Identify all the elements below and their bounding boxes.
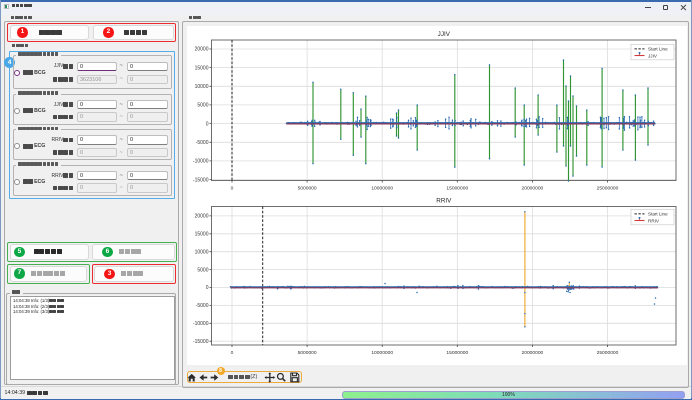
svg-text:15000000: 15000000 xyxy=(446,186,468,192)
svg-text:-5000: -5000 xyxy=(195,140,208,146)
svg-text:-5000: -5000 xyxy=(195,303,208,309)
svg-text:0: 0 xyxy=(205,285,208,291)
svg-text:15000: 15000 xyxy=(194,232,208,238)
svg-text:-15000: -15000 xyxy=(192,177,208,183)
svg-text:RRIV: RRIV xyxy=(648,218,660,223)
svg-text:20000000: 20000000 xyxy=(521,350,543,356)
svg-text:15000: 15000 xyxy=(194,65,208,71)
svg-text:5000000: 5000000 xyxy=(297,350,316,356)
svg-text:10000000: 10000000 xyxy=(371,186,393,192)
svg-text:5000: 5000 xyxy=(197,103,208,109)
svg-text:0: 0 xyxy=(205,121,208,127)
svg-text:15000000: 15000000 xyxy=(446,350,468,356)
svg-text:10000: 10000 xyxy=(194,84,208,90)
svg-text:0: 0 xyxy=(230,350,233,356)
svg-text:25000000: 25000000 xyxy=(596,350,618,356)
svg-text:-15000: -15000 xyxy=(192,339,208,345)
svg-text:-10000: -10000 xyxy=(192,159,208,165)
svg-text:25000000: 25000000 xyxy=(596,186,618,192)
svg-text:JJIV: JJIV xyxy=(648,53,658,58)
svg-text:10000000: 10000000 xyxy=(371,350,393,356)
svg-text:20000000: 20000000 xyxy=(521,186,543,192)
svg-text:Start Line: Start Line xyxy=(648,47,668,52)
svg-text:JJIV: JJIV xyxy=(437,31,450,38)
svg-text:Start Line: Start Line xyxy=(648,212,668,217)
svg-text:10000: 10000 xyxy=(194,249,208,255)
svg-text:0: 0 xyxy=(230,186,233,192)
svg-text:20000: 20000 xyxy=(194,214,208,220)
svg-text:20000: 20000 xyxy=(194,47,208,53)
svg-text:5000: 5000 xyxy=(197,267,208,273)
svg-text:-10000: -10000 xyxy=(192,321,208,327)
svg-text:5000000: 5000000 xyxy=(297,186,316,192)
svg-text:RRIV: RRIV xyxy=(436,197,452,204)
